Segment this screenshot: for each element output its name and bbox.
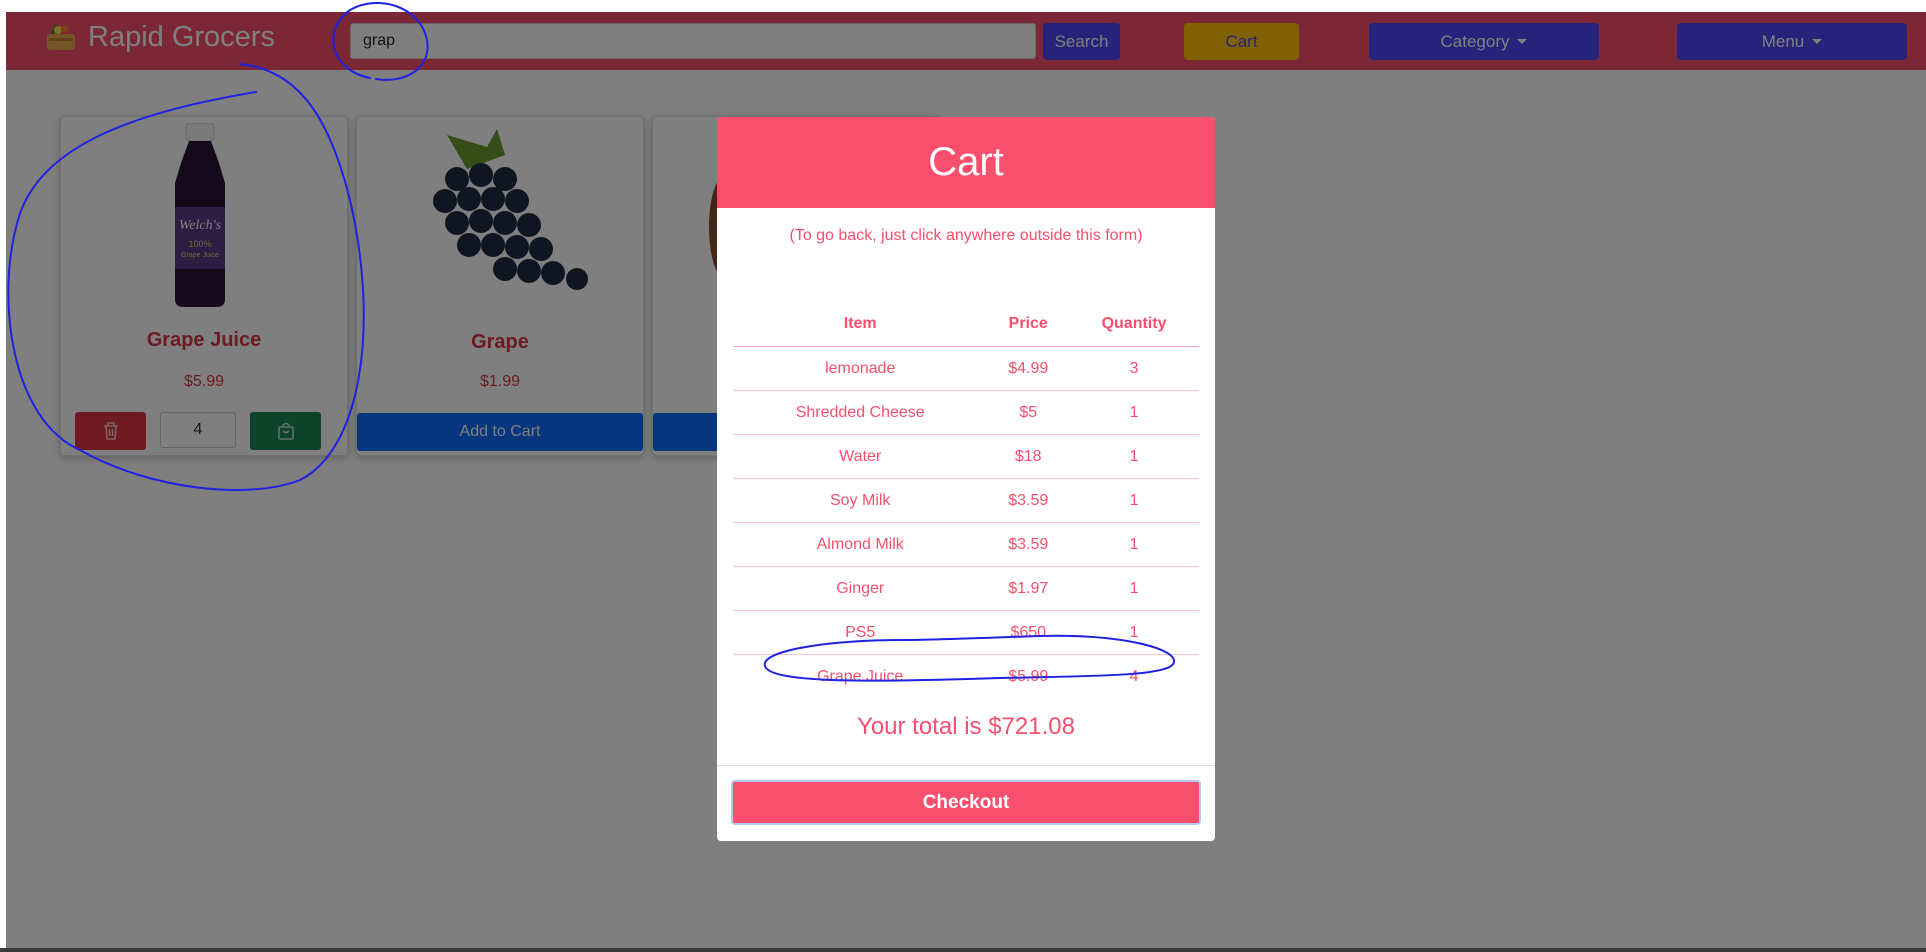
cart-item-qty: 3 — [1069, 346, 1199, 391]
table-row: Shredded Cheese $5 1 — [733, 390, 1199, 435]
cart-item-price: $650 — [987, 610, 1070, 655]
cart-item-price: $1.97 — [987, 566, 1070, 611]
column-header-item: Item — [733, 302, 988, 347]
cart-item-price: $3.59 — [987, 522, 1070, 567]
table-row: Grape Juice $5.99 4 — [733, 655, 1199, 699]
cart-item-name: Soy Milk — [733, 478, 988, 523]
cart-item-name: Almond Milk — [733, 522, 988, 567]
cart-modal-hint: (To go back, just click anywhere outside… — [789, 227, 1143, 244]
table-row: lemonade $4.99 3 — [733, 346, 1199, 391]
column-header-quantity: Quantity — [1069, 302, 1199, 347]
cart-item-name: PS5 — [733, 610, 988, 655]
cart-item-name: Shredded Cheese — [733, 390, 988, 435]
cart-item-qty: 4 — [1129, 667, 1139, 685]
cart-item-qty: 1 — [1069, 434, 1199, 479]
app-window: Rapid Grocers Search Cart Category Menu … — [6, 12, 1926, 948]
cart-item-price: $5 — [987, 390, 1070, 435]
cart-item-qty: 1 — [1069, 610, 1199, 655]
taskbar-strip — [0, 948, 1926, 952]
cart-item-price: $18 — [987, 434, 1070, 479]
cart-total: Your total is $721.08 — [857, 713, 1075, 740]
cart-item-name: lemonade — [733, 346, 988, 391]
column-header-price: Price — [987, 302, 1070, 347]
cart-item-name: Grape Juice — [817, 667, 904, 685]
cart-table: Item Price Quantity lemonade $4.99 3 Shr… — [733, 302, 1199, 698]
cart-item-qty: 1 — [1069, 390, 1199, 435]
cart-item-qty: 1 — [1069, 478, 1199, 523]
cart-modal: Cart (To go back, just click anywhere ou… — [717, 117, 1215, 841]
cart-item-qty: 1 — [1069, 566, 1199, 611]
table-row: PS5 $650 1 — [733, 610, 1199, 655]
cart-modal-title: Cart — [717, 117, 1215, 208]
table-row: Almond Milk $3.59 1 — [733, 522, 1199, 567]
cart-item-price: $3.59 — [987, 478, 1070, 523]
cart-item-name: Ginger — [733, 566, 988, 611]
cart-modal-footer: Checkout — [717, 765, 1215, 825]
table-row: Ginger $1.97 1 — [733, 566, 1199, 611]
cart-item-price: $5.99 — [1008, 667, 1049, 685]
cart-item-price: $4.99 — [987, 346, 1070, 391]
table-row: Soy Milk $3.59 1 — [733, 478, 1199, 523]
table-row: Water $18 1 — [733, 434, 1199, 479]
cart-item-qty: 1 — [1069, 522, 1199, 567]
checkout-button[interactable]: Checkout — [731, 780, 1201, 825]
cart-item-name: Water — [733, 434, 988, 479]
